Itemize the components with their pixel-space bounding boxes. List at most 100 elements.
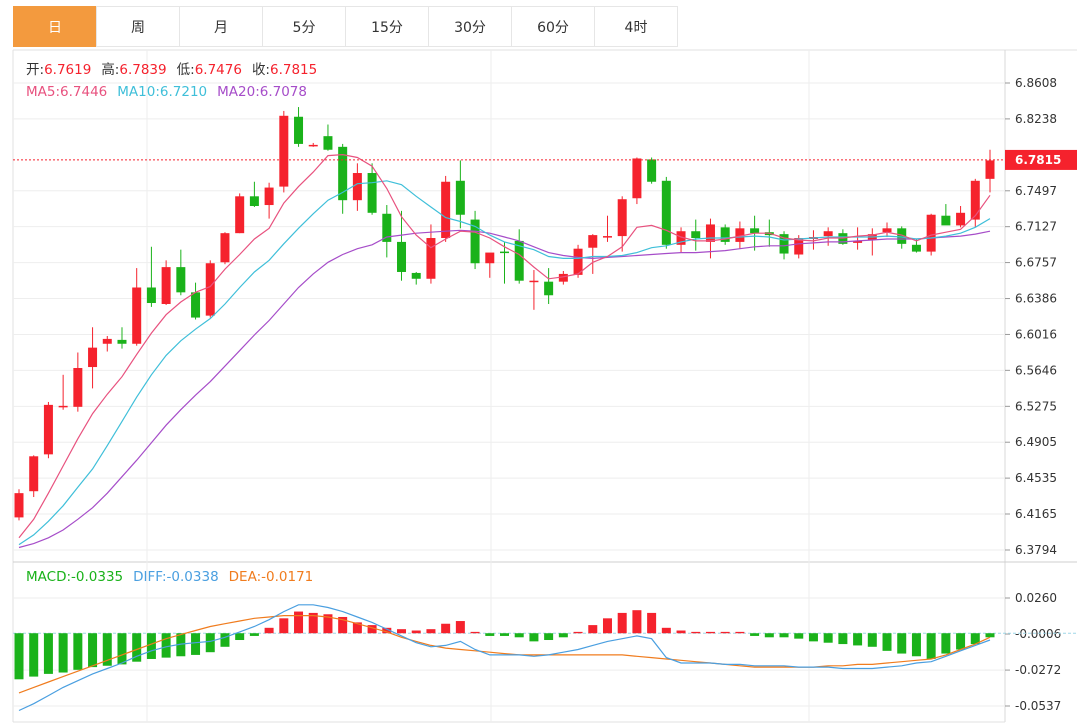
price-tick-label: 6.8608 [1015,76,1057,90]
macd-bar-60 [897,633,907,654]
macd-bar-38 [573,631,583,634]
macd-bar-59 [882,633,892,651]
header-label: MA5: [26,84,60,100]
candle-body-47 [705,224,715,242]
last-price-label: 6.7815 [1015,153,1061,167]
macd-bar-0 [14,633,24,680]
candle-body-33 [500,251,509,254]
candle-body-42 [632,158,642,199]
macd-bar-55 [823,633,833,643]
macd-bar-66 [985,633,995,638]
macd-bar-26 [397,629,407,634]
candle-body-16 [249,196,259,207]
price-tick-label: 6.8238 [1015,112,1057,126]
header-value: 6.7815 [270,62,317,78]
macd-bar-35 [529,633,539,642]
macd-bar-28 [426,629,436,634]
candle-body-65 [970,180,980,220]
macd-header: MACD:-0.0335 DIFF:-0.0338 DEA:-0.0171 [26,569,313,585]
macd-bar-49 [735,631,745,634]
price-tick-label: 6.6757 [1015,256,1057,270]
macd-bar-61 [911,633,921,657]
macd-bar-3 [58,633,68,673]
candle-body-5 [88,347,98,368]
header-label: DEA: [229,569,261,585]
macd-bar-9 [146,633,156,659]
macd-bar-4 [73,633,83,670]
macd-bar-12 [191,633,201,655]
candle-body-55 [823,231,833,237]
macd-bar-50 [750,633,760,636]
candle-body-25 [382,213,392,242]
price-tick-label: 6.5275 [1015,399,1057,413]
macd-bar-40 [602,618,612,634]
candle-body-6 [102,338,112,344]
price-tick-label: 6.5646 [1015,363,1057,377]
candle-body-14 [220,233,230,263]
macd-bar-17 [264,627,274,634]
candle-body-41 [617,199,627,237]
macd-bar-47 [705,631,715,634]
macd-bar-41 [617,612,627,634]
candle-body-8 [132,287,142,344]
macd-bar-56 [838,633,848,645]
ma-header: MA5:6.7446 MA10:6.7210 MA20:6.7078 [26,84,307,100]
candle-body-35 [529,280,539,283]
candle-body-39 [588,235,598,248]
macd-bar-57 [853,633,863,646]
macd-bar-19 [294,611,304,634]
candle-body-24 [367,173,377,213]
price-tick-label: 6.6016 [1015,327,1057,341]
macd-bar-63 [941,633,951,654]
macd-bar-16 [249,633,259,636]
candle-body-36 [544,281,554,296]
candle-body-21 [323,136,333,150]
candle-body-13 [205,263,215,316]
candle-body-19 [294,116,304,144]
header-label: MA20: [217,84,260,100]
macd-bar-29 [441,623,451,634]
candle-body-9 [146,287,156,304]
header-label: MA10: [117,84,160,100]
header-value: 6.7446 [60,84,107,100]
header-value: -0.0171 [261,569,313,585]
candle-body-4 [73,368,83,407]
macd-bar-13 [205,633,215,653]
header-value: -0.0335 [71,569,123,585]
macd-bar-32 [485,633,495,636]
header-label: 收: [252,62,270,78]
macd-bar-52 [779,633,789,638]
macd-bar-34 [514,633,524,638]
macd-bar-30 [455,621,465,634]
macd-bar-10 [161,633,171,658]
macd-tick-label: -0.0537 [1015,699,1061,713]
macd-tick-label: -0.0272 [1015,663,1061,677]
macd-bar-31 [470,631,480,634]
macd-bar-2 [43,633,53,674]
macd-bar-42 [632,610,642,634]
ohlc-header: 开:6.7619 高:6.7839 低:6.7476 收:6.7815 [26,61,317,78]
macd-bar-54 [808,633,818,642]
candle-body-2 [43,404,53,455]
price-tick-label: 6.4905 [1015,435,1057,449]
price-tick-label: 6.6386 [1015,292,1057,306]
macd-bar-36 [544,633,554,641]
header-label: 低: [177,62,195,78]
macd-bar-58 [867,633,877,647]
diff-line [18,604,991,712]
price-tick-label: 6.7497 [1015,184,1057,198]
candle-body-15 [235,196,245,234]
header-value: 6.7078 [260,84,307,100]
candle-body-43 [647,159,657,182]
candle-body-26 [397,241,407,272]
macd-bar-45 [676,630,686,634]
macd-bar-27 [411,630,421,634]
header-label: MACD: [26,569,71,585]
candle-body-63 [941,215,951,226]
header-value: -0.0338 [167,569,219,585]
candle-body-10 [161,267,171,304]
macd-bar-53 [794,633,804,639]
candle-body-50 [750,228,760,234]
candle-body-17 [264,187,274,206]
macd-bar-18 [279,618,289,634]
